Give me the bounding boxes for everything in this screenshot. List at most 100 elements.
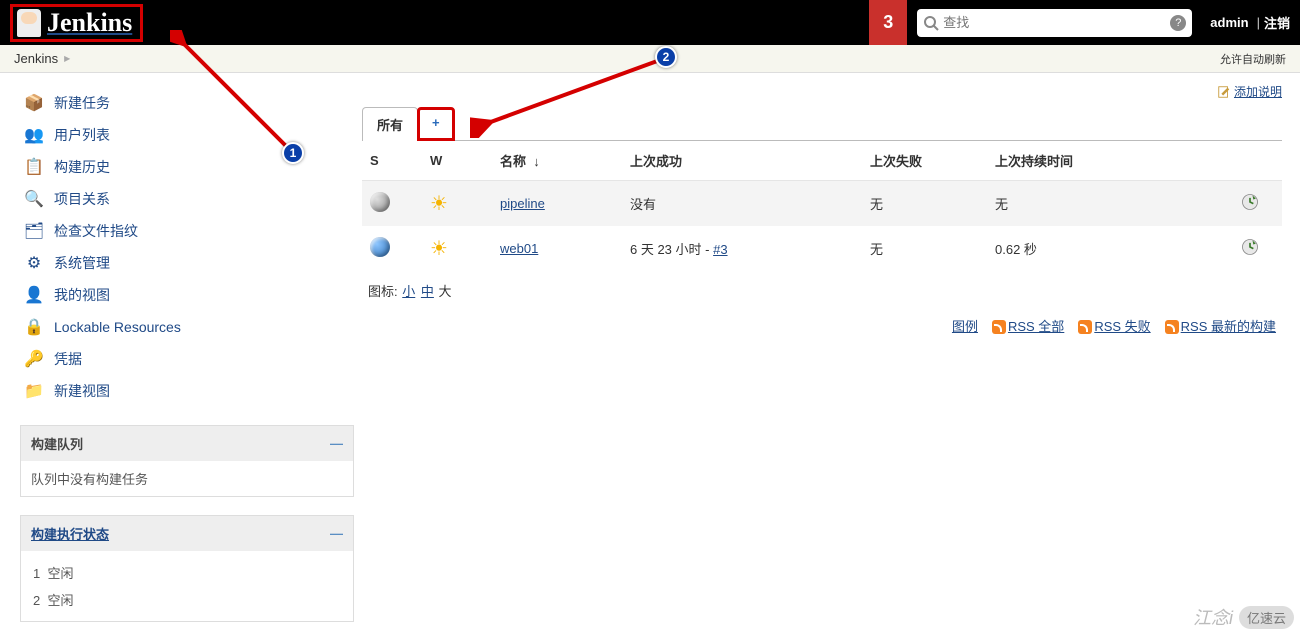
sidebar-item-new-job[interactable]: 📦 新建任务 [20, 87, 354, 119]
col-weather[interactable]: W [422, 141, 492, 181]
logo-text: Jenkins [47, 8, 132, 38]
cell-last-success: 没有 [622, 181, 862, 227]
current-user-link[interactable]: admin [1210, 15, 1248, 30]
people-icon: 👥 [24, 125, 44, 145]
cell-duration: 0.62 秒 [987, 226, 1232, 271]
sidebar-item-credentials[interactable]: 🔑凭据 [20, 343, 354, 375]
new-job-icon: 📦 [24, 93, 44, 113]
add-description-link[interactable]: 添加说明 [1217, 83, 1282, 100]
header-separator: | [1257, 15, 1260, 30]
cell-last-fail: 无 [862, 181, 987, 227]
user-view-icon: 👤 [24, 285, 44, 305]
watermark: 江念i 亿速云 [1193, 604, 1294, 630]
search-icon [923, 15, 939, 31]
build-queue-title: 构建队列 [31, 434, 83, 453]
lock-icon: 🔒 [24, 317, 44, 337]
col-last-success[interactable]: 上次成功 [622, 141, 862, 181]
rss-icon [1165, 320, 1179, 334]
rss-latest-link[interactable]: RSS 最新的构建 [1181, 319, 1276, 334]
legend-link[interactable]: 图例 [952, 316, 978, 335]
executor-panel: 构建执行状态 — 1 空闲 2 空闲 [20, 515, 354, 622]
sidebar-item-label: 凭据 [54, 349, 82, 369]
executor-title-link[interactable]: 构建执行状态 [31, 524, 109, 543]
sidebar-item-label: Lockable Resources [54, 319, 181, 335]
col-last-fail[interactable]: 上次失败 [862, 141, 987, 181]
weather-sunny-icon: ☀ [430, 238, 448, 260]
fingerprint-icon: 🗂 [24, 221, 44, 241]
rss-icon [1078, 320, 1092, 334]
executor-row: 2 空闲 [31, 586, 343, 613]
sidebar-item-label: 检查文件指纹 [54, 221, 138, 241]
schedule-build-icon[interactable] [1240, 192, 1260, 212]
col-name[interactable]: 名称 ↓ [492, 141, 622, 181]
logout-link[interactable]: 注销 [1264, 13, 1290, 32]
sidebar-item-users[interactable]: 👥 用户列表 [20, 119, 354, 151]
view-tabs: 所有 + [362, 106, 1282, 141]
executor-body: 1 空闲 2 空闲 [21, 551, 353, 621]
edit-icon [1217, 85, 1231, 99]
sort-arrow-icon: ↓ [533, 154, 540, 169]
build-queue-header: 构建队列 — [21, 426, 353, 461]
sidebar-item-label: 系统管理 [54, 253, 110, 273]
sidebar-item-lockable[interactable]: 🔒 Lockable Resources [20, 311, 354, 343]
build-number-link[interactable]: #3 [713, 242, 727, 257]
jenkins-logo[interactable]: Jenkins [10, 4, 143, 42]
jenkins-mascot-icon [17, 9, 41, 37]
weather-sunny-icon: ☀ [430, 193, 448, 215]
search-box[interactable]: ? [917, 9, 1192, 37]
breadcrumb: Jenkins ▶ 允许自动刷新 [0, 45, 1300, 73]
sidebar-item-label: 项目关系 [54, 189, 110, 209]
annotation-badge-1: 1 [282, 142, 304, 164]
sidebar-item-my-views[interactable]: 👤 我的视图 [20, 279, 354, 311]
footer-links: 图例 RSS 全部 RSS 失败 RSS 最新的构建 [362, 310, 1282, 335]
icon-size-medium[interactable]: 中 [421, 284, 434, 299]
tab-add-view[interactable]: + [417, 107, 455, 141]
schedule-build-icon[interactable] [1240, 237, 1260, 257]
col-duration[interactable]: 上次持续时间 [987, 141, 1232, 181]
collapse-icon[interactable]: — [330, 526, 343, 541]
sidebar-item-label: 构建历史 [54, 157, 110, 177]
help-icon[interactable]: ? [1170, 15, 1186, 31]
executor-row: 1 空闲 [31, 559, 343, 586]
table-row: ☀ pipeline 没有 无 无 [362, 181, 1282, 227]
add-description-label: 添加说明 [1234, 83, 1282, 100]
icon-size-small[interactable]: 小 [402, 284, 415, 299]
sidebar-item-build-history[interactable]: 📋 构建历史 [20, 151, 354, 183]
top-header: Jenkins 3 ? admin | 注销 [0, 0, 1300, 45]
main-content: 添加说明 所有 + S W 名称 ↓ 上次成功 上次失败 上次持续时间 [362, 73, 1300, 622]
breadcrumb-root[interactable]: Jenkins [14, 51, 58, 66]
sidebar-item-manage[interactable]: ⚙ 系统管理 [20, 247, 354, 279]
cell-last-fail: 无 [862, 226, 987, 271]
sidebar: 📦 新建任务 👥 用户列表 📋 构建历史 🔍 项目关系 🗂 检查文件指纹 ⚙ 系统管理 👤 我… [0, 73, 362, 622]
gear-icon: ⚙ [24, 253, 44, 273]
annotation-badge-2: 2 [655, 46, 677, 68]
build-queue-body: 队列中没有构建任务 [21, 461, 353, 496]
sidebar-item-new-view[interactable]: 📁新建视图 [20, 375, 354, 407]
executor-header: 构建执行状态 — [21, 516, 353, 551]
notification-badge[interactable]: 3 [869, 0, 907, 45]
job-link-pipeline[interactable]: pipeline [500, 196, 545, 211]
chevron-right-icon: ▶ [64, 54, 70, 63]
col-actions [1232, 141, 1282, 181]
rss-all-link[interactable]: RSS 全部 [1008, 319, 1064, 334]
rss-fail-link[interactable]: RSS 失败 [1094, 319, 1150, 334]
sidebar-item-project-relationship[interactable]: 🔍 项目关系 [20, 183, 354, 215]
sidebar-item-label: 新建任务 [54, 93, 110, 113]
rss-icon [992, 320, 1006, 334]
table-header-row: S W 名称 ↓ 上次成功 上次失败 上次持续时间 [362, 141, 1282, 181]
search-relation-icon: 🔍 [24, 189, 44, 209]
col-status[interactable]: S [362, 141, 422, 181]
search-input[interactable] [943, 15, 1166, 30]
job-link-web01[interactable]: web01 [500, 241, 538, 256]
watermark-brand: 亿速云 [1239, 606, 1294, 629]
tab-all[interactable]: 所有 [362, 107, 418, 141]
collapse-icon[interactable]: — [330, 436, 343, 451]
history-icon: 📋 [24, 157, 44, 177]
sidebar-item-fingerprint[interactable]: 🗂 检查文件指纹 [20, 215, 354, 247]
auto-refresh-link[interactable]: 允许自动刷新 [1220, 51, 1286, 67]
sidebar-item-label: 我的视图 [54, 285, 110, 305]
sidebar-item-label: 用户列表 [54, 125, 110, 145]
job-table: S W 名称 ↓ 上次成功 上次失败 上次持续时间 ☀ pipeline 没有 … [362, 141, 1282, 271]
status-ball-blue-icon [370, 237, 390, 257]
status-ball-grey-icon [370, 192, 390, 212]
